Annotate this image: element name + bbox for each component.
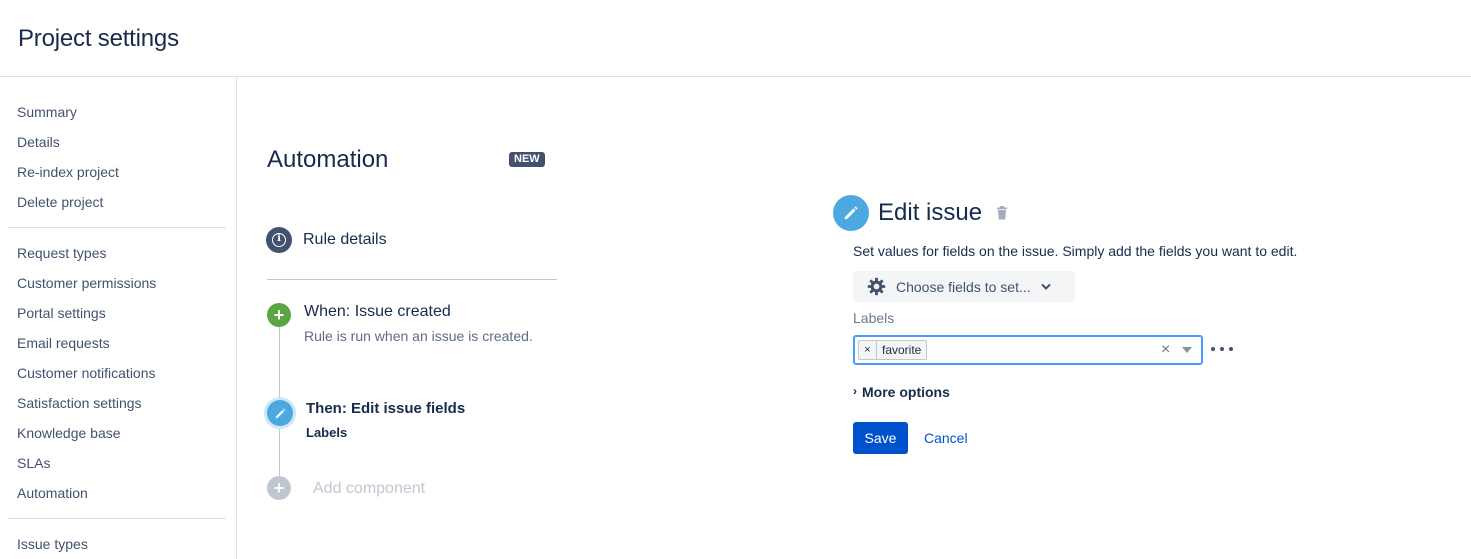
- choose-fields-button[interactable]: Choose fields to set...: [853, 271, 1075, 302]
- sidebar-item-knowledge-base[interactable]: Knowledge base: [8, 418, 226, 448]
- pencil-icon: [833, 195, 869, 231]
- sidebar-item-summary[interactable]: Summary: [8, 97, 226, 127]
- sidebar-divider: [8, 227, 226, 228]
- plus-icon: +: [267, 476, 291, 500]
- automation-title: Automation: [267, 146, 389, 173]
- rule-details-item[interactable]: i Rule details: [266, 227, 387, 253]
- labels-field-label: Labels: [853, 310, 895, 326]
- remove-tag-icon[interactable]: ×: [859, 341, 877, 359]
- trigger-subtitle: Rule is run when an issue is created.: [304, 328, 533, 344]
- sidebar-item-email-requests[interactable]: Email requests: [8, 328, 226, 358]
- more-options-label: More options: [862, 384, 950, 400]
- page-title: Project settings: [18, 25, 179, 52]
- sidebar-item-customer-notifications[interactable]: Customer notifications: [8, 358, 226, 388]
- more-actions-icon[interactable]: [1211, 341, 1233, 357]
- add-component-step[interactable]: + Add component: [267, 476, 425, 502]
- sidebar-item-issue-types[interactable]: Issue types: [8, 529, 226, 559]
- trash-icon[interactable]: [995, 205, 1009, 221]
- rule-details-label: Rule details: [303, 231, 387, 248]
- new-badge: NEW: [509, 152, 545, 167]
- trigger-step[interactable]: + When: Issue created Rule is run when a…: [267, 303, 533, 344]
- chevron-right-icon: ›: [853, 383, 857, 398]
- dropdown-caret-icon[interactable]: [1182, 347, 1192, 353]
- edit-issue-description: Set values for fields on the issue. Simp…: [853, 243, 1298, 259]
- sidebar: Summary Details Re-index project Delete …: [0, 77, 237, 559]
- save-button[interactable]: Save: [853, 422, 908, 454]
- sidebar-item-automation[interactable]: Automation: [8, 478, 226, 508]
- more-options-toggle[interactable]: › More options: [853, 383, 950, 401]
- pencil-icon: [267, 400, 293, 426]
- clear-icon[interactable]: ×: [1161, 341, 1170, 359]
- chevron-down-icon: [1040, 283, 1051, 290]
- sidebar-group-service-desk: Request types Customer permissions Porta…: [8, 238, 226, 508]
- sidebar-item-request-types[interactable]: Request types: [8, 238, 226, 268]
- trigger-title: When: Issue created: [304, 303, 451, 320]
- action-step[interactable]: Then: Edit issue fields Labels: [267, 400, 465, 440]
- edit-issue-header: Edit issue: [833, 195, 1009, 231]
- sidebar-group-general: Summary Details Re-index project Delete …: [8, 97, 226, 217]
- sidebar-item-delete-project[interactable]: Delete project: [8, 187, 226, 217]
- add-component-label[interactable]: Add component: [313, 476, 425, 502]
- info-icon: i: [266, 227, 292, 253]
- labels-input[interactable]: × favorite ×: [853, 335, 1203, 365]
- sidebar-item-reindex-project[interactable]: Re-index project: [8, 157, 226, 187]
- action-title: Then: Edit issue fields: [306, 400, 466, 417]
- sidebar-item-slas[interactable]: SLAs: [8, 448, 226, 478]
- page-header: Project settings: [0, 0, 1471, 77]
- label-tag-value: favorite: [882, 343, 922, 357]
- sidebar-item-portal-settings[interactable]: Portal settings: [8, 298, 226, 328]
- action-subtitle: Labels: [306, 425, 348, 440]
- edit-issue-title: Edit issue: [878, 199, 983, 226]
- sidebar-group-issues: Issue types: [8, 529, 226, 559]
- choose-fields-label: Choose fields to set...: [896, 278, 1031, 295]
- label-tag: × favorite: [858, 340, 928, 360]
- sidebar-item-details[interactable]: Details: [8, 127, 226, 157]
- plus-icon: +: [267, 303, 291, 327]
- cancel-button[interactable]: Cancel: [924, 430, 968, 446]
- rule-divider: [267, 279, 557, 280]
- gear-icon: [867, 277, 886, 296]
- sidebar-item-customer-permissions[interactable]: Customer permissions: [8, 268, 226, 298]
- sidebar-item-satisfaction-settings[interactable]: Satisfaction settings: [8, 388, 226, 418]
- sidebar-divider: [8, 518, 226, 519]
